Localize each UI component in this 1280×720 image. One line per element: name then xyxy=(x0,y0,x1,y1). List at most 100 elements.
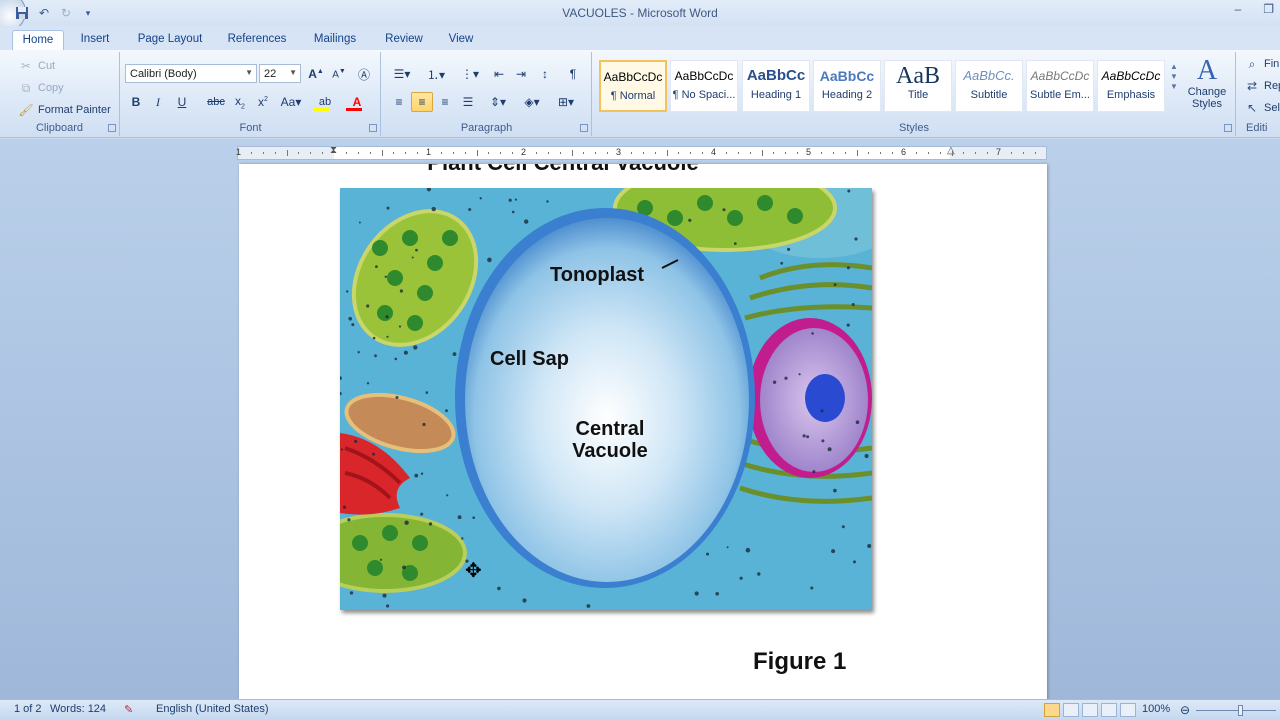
borders-button[interactable]: ⊞▾ xyxy=(552,92,580,112)
superscript-button[interactable]: x2 xyxy=(252,92,274,112)
print-layout-view-icon[interactable] xyxy=(1044,703,1060,717)
grow-font-button[interactable]: A▲ xyxy=(305,64,327,84)
replace-icon: ⇄ xyxy=(1246,79,1258,93)
ruler-tick xyxy=(322,152,324,154)
select-button[interactable]: ↖ Sel xyxy=(1244,100,1280,116)
styles-scroll[interactable]: ▲ ▼ ▼ xyxy=(1170,62,1178,91)
italic-button[interactable]: I xyxy=(147,92,169,112)
font-name-dropdown[interactable]: Calibri (Body) ▼ xyxy=(125,64,257,83)
show-formatting-button[interactable]: ¶ xyxy=(562,64,584,84)
paragraph-group-label: Paragraph xyxy=(460,122,513,134)
format-painter-button[interactable]: 🖌 Format Painter xyxy=(18,102,110,118)
indent-marker-icon[interactable]: ⧗ xyxy=(330,145,337,156)
find-button[interactable]: ⌕ Fin xyxy=(1244,56,1280,72)
underline-button[interactable]: U xyxy=(171,92,193,112)
cytoplasm-dot xyxy=(802,434,806,438)
language-indicator[interactable]: English (United States) xyxy=(156,703,269,715)
ruler-tick xyxy=(369,152,371,154)
cytoplasm-dot xyxy=(468,208,472,211)
style-subtle-emphasis[interactable]: AaBbCcDc Subtle Em... xyxy=(1026,60,1094,112)
maximize-icon[interactable]: ❐ xyxy=(1263,2,1274,16)
justify-button[interactable]: ☰ xyxy=(457,92,479,112)
ruler-number: 6 xyxy=(901,147,907,157)
ruler-tick xyxy=(488,152,490,154)
style-sample: AaBbCcDc xyxy=(603,70,663,84)
web-layout-icon[interactable] xyxy=(1082,703,1098,717)
decrease-indent-button[interactable]: ⇤ xyxy=(488,64,510,84)
tab-review[interactable]: Review xyxy=(378,30,430,50)
align-center-button[interactable]: ≡ xyxy=(411,92,433,112)
cytoplasm-dot xyxy=(841,525,845,529)
ruler-number: 7 xyxy=(996,147,1002,157)
subscript-button[interactable]: x2 xyxy=(229,92,251,112)
tab-mailings[interactable]: Mailings xyxy=(306,30,364,50)
style-subtitle[interactable]: AaBbCc. Subtitle xyxy=(955,60,1023,112)
cytoplasm-dot xyxy=(420,512,424,516)
font-dialog-launcher[interactable] xyxy=(369,124,377,132)
style-no-spacing[interactable]: AaBbCcDc ¶ No Spaci... xyxy=(670,60,738,112)
shading-button[interactable]: ◈▾ xyxy=(518,92,546,112)
style-heading-2[interactable]: AaBbCc Heading 2 xyxy=(813,60,881,112)
bullets-button[interactable]: ☰▾ xyxy=(388,64,416,84)
increase-indent-button[interactable]: ⇥ xyxy=(510,64,532,84)
clipboard-dialog-launcher[interactable] xyxy=(108,124,116,132)
style-emphasis[interactable]: AaBbCcDc Emphasis xyxy=(1097,60,1165,112)
draft-view-icon[interactable] xyxy=(1120,703,1136,717)
tab-references[interactable]: References xyxy=(222,30,292,50)
clear-formatting-button[interactable]: Ⓐ xyxy=(353,64,375,84)
zoom-level[interactable]: 100% xyxy=(1142,703,1170,715)
cytoplasm-dot xyxy=(688,218,692,222)
strikethrough-button[interactable]: abc xyxy=(205,92,227,112)
document-page[interactable]: Plant Cell Central Vacuole xyxy=(239,164,1047,704)
zoom-out-icon[interactable]: ⊖ xyxy=(1180,703,1190,717)
align-left-button[interactable]: ≡ xyxy=(388,92,410,112)
styles-dialog-launcher[interactable] xyxy=(1224,124,1232,132)
cytoplasm-dot xyxy=(514,198,517,201)
bold-button[interactable]: B xyxy=(125,92,147,112)
zoom-slider-thumb[interactable] xyxy=(1238,705,1243,716)
cytoplasm-dot xyxy=(445,409,448,413)
cytoplasm-dot xyxy=(379,558,383,561)
sort-button[interactable]: ↕ xyxy=(534,64,556,84)
tab-insert[interactable]: Insert xyxy=(74,30,116,50)
horizontal-ruler[interactable]: ⧗ △ 11234567 xyxy=(236,145,1047,160)
paragraph-dialog-launcher[interactable] xyxy=(580,124,588,132)
tab-home[interactable]: Home xyxy=(12,30,64,50)
zoom-slider[interactable] xyxy=(1196,710,1276,711)
tab-view[interactable]: View xyxy=(440,30,482,50)
style-name: Subtle Em... xyxy=(1030,89,1090,101)
tab-page-layout[interactable]: Page Layout xyxy=(130,30,210,50)
full-screen-reading-icon[interactable] xyxy=(1063,703,1079,717)
numbering-button[interactable]: ⒈▾ xyxy=(422,64,450,84)
grow-font-icon: A▲ xyxy=(308,67,324,81)
font-size-dropdown[interactable]: 22 ▼ xyxy=(259,64,301,83)
cytoplasm-dot xyxy=(798,373,801,376)
copy-button[interactable]: ⧉ Copy xyxy=(18,80,64,96)
vacuole-figure[interactable]: Tonoplast Cell Sap Central Vacuole xyxy=(340,188,872,610)
style-normal[interactable]: AaBbCcDc ¶ Normal xyxy=(599,60,667,112)
ruler-number: 5 xyxy=(806,147,812,157)
cytoplasm-dot xyxy=(422,422,426,427)
word-count[interactable]: Words: 124 xyxy=(50,703,106,715)
shrink-font-button[interactable]: A▼ xyxy=(328,64,350,84)
line-spacing-button[interactable]: ⇕▾ xyxy=(484,92,512,112)
plant-cell-illustration xyxy=(340,188,872,610)
align-right-button[interactable]: ≡ xyxy=(434,92,456,112)
proofing-icon[interactable]: ✎ xyxy=(124,703,133,716)
change-case-button[interactable]: Aa▾ xyxy=(277,92,305,112)
minimize-icon[interactable]: – xyxy=(1235,2,1242,16)
multilevel-list-button[interactable]: ⋮▾ xyxy=(456,64,484,84)
outline-view-icon[interactable] xyxy=(1101,703,1117,717)
font-group: Calibri (Body) ▼ 22 ▼ A▲ A▼ Ⓐ B I U abc x2… xyxy=(121,52,381,136)
cytoplasm-dot xyxy=(398,325,402,328)
cytoplasm-dot xyxy=(867,544,872,548)
style-title[interactable]: AaB Title xyxy=(884,60,952,112)
page-count[interactable]: 1 of 2 xyxy=(14,703,42,715)
cut-button[interactable]: ✂ Cut xyxy=(18,58,55,74)
copy-label: Copy xyxy=(38,82,64,94)
style-heading-1[interactable]: AaBbCc Heading 1 xyxy=(742,60,810,112)
cytoplasm-dot xyxy=(452,352,457,356)
ruler-tick xyxy=(725,152,727,154)
change-styles-button[interactable]: A Change Styles xyxy=(1185,56,1229,111)
replace-button[interactable]: ⇄ Rep xyxy=(1244,78,1280,94)
